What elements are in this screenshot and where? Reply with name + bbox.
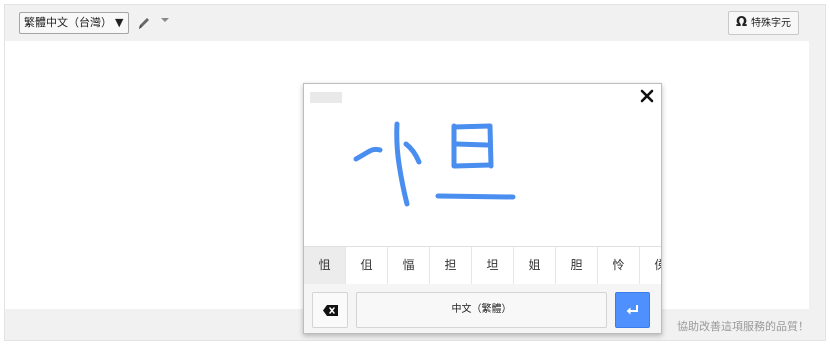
candidate-list: 怚 伹 愊 担 坦 姐 胆 怜 俤 (304, 246, 661, 285)
candidate-item[interactable]: 怚 (304, 247, 346, 284)
backspace-button[interactable] (312, 292, 348, 328)
backspace-icon (323, 305, 338, 316)
handwriting-panel: 怚 伹 愊 担 坦 姐 胆 怜 俤 中文（繁體） (303, 83, 662, 334)
handwriting-controls: 中文（繁體） (304, 284, 661, 333)
close-icon[interactable] (639, 88, 655, 104)
handwriting-strokes (353, 121, 516, 207)
candidate-item[interactable]: 坦 (472, 247, 514, 284)
dropdown-arrow-icon: ▼ (115, 16, 124, 29)
feedback-link[interactable]: 協助改善這項服務的品質！ (677, 318, 809, 334)
handwriting-language-button[interactable]: 中文（繁體） (356, 292, 607, 328)
special-characters-button[interactable]: Ω 特殊字元 (727, 11, 799, 35)
candidate-item[interactable]: 姐 (514, 247, 556, 284)
omega-icon: Ω (735, 15, 747, 30)
toolbar: 繁體中文（台灣） ▼ Ω 特殊字元 (5, 5, 825, 41)
candidate-item[interactable]: 俤 (640, 247, 661, 284)
language-label: 繁體中文（台灣） (24, 16, 112, 29)
special-characters-label: 特殊字元 (751, 18, 791, 29)
candidate-item[interactable]: 担 (430, 247, 472, 284)
candidate-item[interactable]: 愊 (388, 247, 430, 284)
handwriting-canvas[interactable] (304, 84, 661, 246)
enter-icon (626, 305, 638, 315)
enter-button[interactable] (615, 292, 650, 328)
drag-handle[interactable] (310, 92, 342, 103)
candidate-item[interactable]: 怜 (598, 247, 640, 284)
pen-icon[interactable] (137, 15, 151, 31)
language-select[interactable]: 繁體中文（台灣） ▼ (19, 12, 130, 34)
candidate-item[interactable]: 胆 (556, 247, 598, 284)
candidate-item[interactable]: 伹 (346, 247, 388, 284)
input-tool-dropdown-icon[interactable] (161, 18, 169, 22)
